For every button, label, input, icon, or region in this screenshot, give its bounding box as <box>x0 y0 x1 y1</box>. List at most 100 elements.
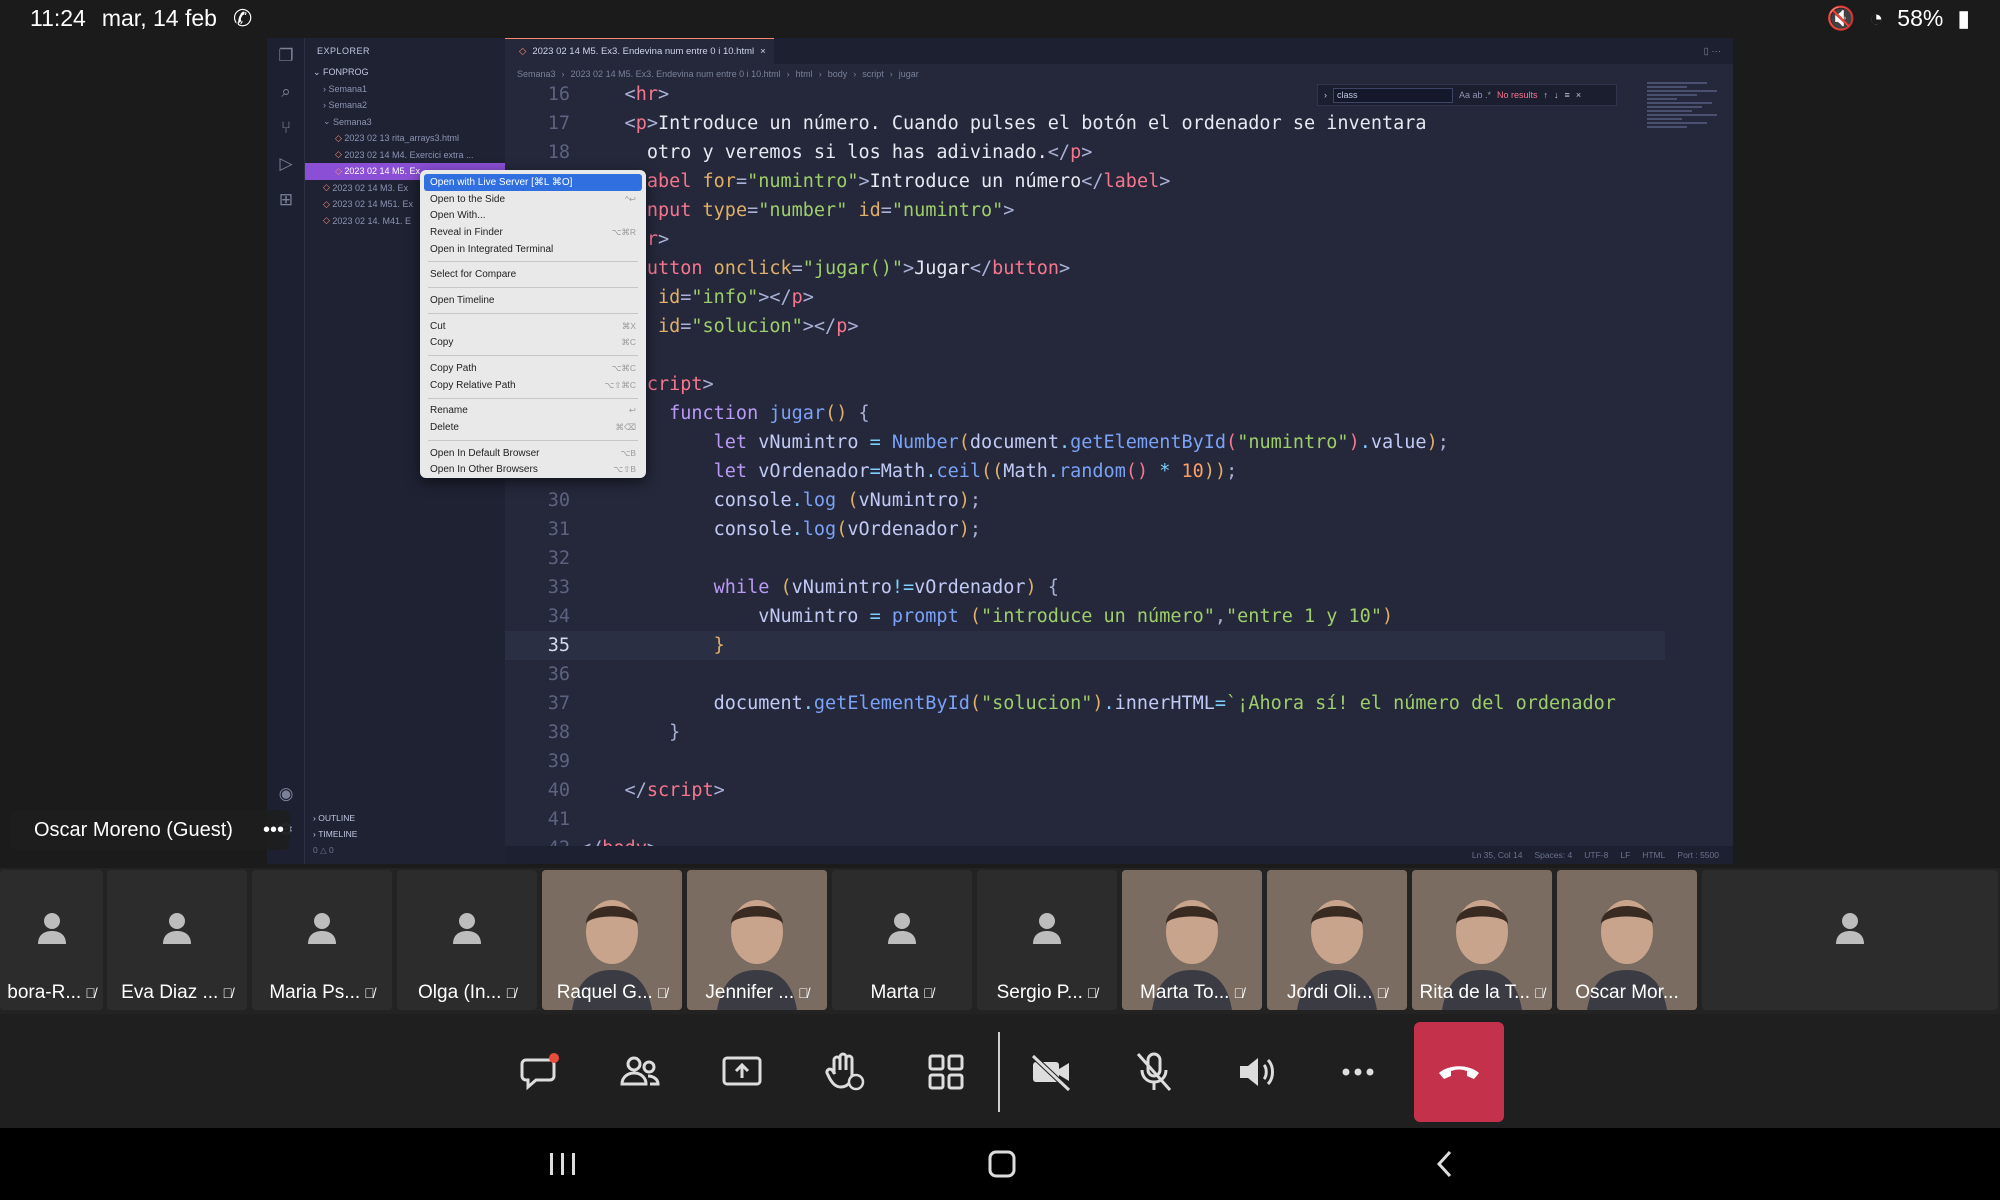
participant-tile[interactable]: Sergio P... 🎙̸ <box>977 870 1117 1010</box>
breadcrumb-item[interactable]: Semana3 <box>517 69 556 79</box>
breadcrumb-item[interactable]: script <box>862 69 884 79</box>
outline-section[interactable]: › OUTLINE <box>305 810 505 826</box>
context-menu-item[interactable]: Open in Integrated Terminal <box>424 241 642 258</box>
back-icon[interactable] <box>1414 1144 1474 1184</box>
code-line: 41 <box>505 805 1665 834</box>
context-menu-item[interactable]: Copy Path ⌥⌘C <box>424 360 642 377</box>
run-debug-icon[interactable]: ▷ <box>267 146 305 182</box>
chat-icon[interactable] <box>500 1032 580 1112</box>
mic-muted-icon: 🎙̸ <box>656 985 668 1001</box>
code-text: console.log(vOrdenador); <box>580 519 981 540</box>
avatar-icon <box>1033 913 1061 944</box>
code-text: </script> <box>580 780 725 801</box>
breadcrumb-item[interactable]: html <box>796 69 813 79</box>
participant-tile[interactable]: Marta 🎙̸ <box>832 870 972 1010</box>
project-root[interactable]: ⌄ FONPROG <box>305 64 505 81</box>
context-menu-item[interactable]: Select for Compare <box>424 266 642 283</box>
menu-icon[interactable]: ≡ <box>1565 90 1570 100</box>
tree-item[interactable]: › Semana2 <box>305 97 505 114</box>
participant-tile[interactable]: Jennifer ... 🎙̸ <box>687 870 827 1010</box>
hang-up-button[interactable] <box>1414 1022 1504 1122</box>
breadcrumb-item[interactable]: jugar <box>899 69 919 79</box>
find-input[interactable]: class <box>1333 87 1453 103</box>
breadcrumb-separator: › <box>818 69 822 79</box>
tree-item[interactable]: ◇ 2023 02 14 M4. Exercici extra ... <box>305 147 505 164</box>
arrow-down-icon[interactable]: ↓ <box>1554 90 1559 100</box>
participant-tile[interactable] <box>1702 870 1998 1010</box>
more-options-icon[interactable]: ••• <box>263 819 284 842</box>
participant-name: Marta To... <box>1140 982 1230 1003</box>
camera-off-icon[interactable] <box>1012 1032 1092 1112</box>
participant-tile[interactable]: Jordi Oli... 🎙̸ <box>1267 870 1407 1010</box>
split-editor-icon[interactable]: ▯ ··· <box>1704 46 1721 57</box>
phone-icon: ✆ <box>232 4 253 31</box>
participant-tile[interactable]: bora-R... 🎙̸ <box>0 870 103 1010</box>
code-text: vNumintro = prompt ("introduce un número… <box>580 606 1394 627</box>
close-icon[interactable]: × <box>1576 90 1581 100</box>
files-icon[interactable]: ❐ <box>267 38 305 74</box>
participant-tile[interactable]: Raquel G... 🎙̸ <box>542 870 682 1010</box>
minimap[interactable] <box>1647 80 1733 200</box>
tab-active-file[interactable]: ◇ 2023 02 14 M5. Ex3. Endevina num entre… <box>505 38 774 64</box>
participant-name: Sergio P... <box>996 982 1083 1003</box>
participant-tile[interactable]: Marta To... 🎙̸ <box>1122 870 1262 1010</box>
source-control-icon[interactable]: ⑂ <box>267 110 305 146</box>
code-line: 34 vNumintro = prompt ("introduce un núm… <box>505 602 1665 631</box>
context-menu-item[interactable]: Open In Default Browser ⌥B <box>424 445 642 462</box>
participant-tile[interactable]: Rita de la T... 🎙̸ <box>1412 870 1552 1010</box>
tree-item[interactable]: ⌄ Semana3 <box>305 114 505 131</box>
raise-hand-icon[interactable] <box>804 1032 884 1112</box>
extensions-icon[interactable]: ⊞ <box>267 182 305 218</box>
context-menu-item[interactable]: Open With... <box>424 207 642 224</box>
problems-count[interactable]: 0 △ 0 <box>305 842 505 858</box>
breadcrumb-item[interactable]: body <box>828 69 848 79</box>
participant-tile[interactable]: Oscar Mor... <box>1557 870 1697 1010</box>
context-menu-item[interactable]: Cut ⌘X <box>424 318 642 335</box>
account-icon[interactable]: ◉ <box>267 776 305 812</box>
mic-off-icon[interactable] <box>1114 1032 1194 1112</box>
status-item[interactable]: HTML <box>1642 850 1665 860</box>
code-editor[interactable]: 16 <hr> 17 <p>Introduce un número. Cuando… <box>505 80 1665 848</box>
status-item[interactable]: Spaces: 4 <box>1534 850 1572 860</box>
context-menu-item[interactable]: Open Timeline <box>424 292 642 309</box>
more-actions-icon[interactable] <box>1318 1032 1398 1112</box>
share-screen-icon[interactable] <box>702 1032 782 1112</box>
code-text: document.getElementById("solucion").inne… <box>580 693 1616 714</box>
status-item[interactable]: UTF-8 <box>1584 850 1608 860</box>
chevron-right-icon[interactable]: › <box>1324 90 1327 100</box>
status-item[interactable]: Ln 35, Col 14 <box>1472 850 1523 860</box>
recent-apps-icon[interactable] <box>533 1144 593 1184</box>
close-icon[interactable]: × <box>760 46 766 57</box>
avatar-icon <box>1836 913 1864 944</box>
speaker-icon[interactable] <box>1216 1032 1296 1112</box>
tree-item[interactable]: › Semana1 <box>305 81 505 98</box>
participant-tile[interactable]: Olga (In... 🎙̸ <box>397 870 537 1010</box>
context-menu-item[interactable]: Open In Other Browsers ⌥⇧B <box>424 462 642 479</box>
find-options[interactable]: Aa ab .* <box>1459 90 1491 100</box>
context-menu-item[interactable]: Delete ⌘⌫ <box>424 419 642 436</box>
home-icon[interactable] <box>972 1144 1032 1184</box>
context-menu-item[interactable]: Reveal in Finder ⌥⌘R <box>424 224 642 241</box>
context-menu-item[interactable]: Open with Live Server [⌘L ⌘O] <box>424 174 642 191</box>
tree-item[interactable]: ◇ 2023 02 13 rita_arrays3.html <box>305 130 505 147</box>
context-menu-item[interactable]: Copy Relative Path ⌥⇧⌘C <box>424 377 642 394</box>
search-icon[interactable]: ⌕ <box>267 74 305 110</box>
breadcrumb-item[interactable]: 2023 02 14 M5. Ex3. Endevina num entre 0… <box>571 69 781 79</box>
participants-icon[interactable] <box>600 1032 680 1112</box>
code-text: let vOrdenador=Math.ceil((Math.random() … <box>580 461 1238 482</box>
participant-tile[interactable]: Maria Ps... 🎙̸ <box>252 870 392 1010</box>
status-item[interactable]: Port : 5500 <box>1677 850 1719 860</box>
context-menu-item[interactable]: Open to the Side ^↩ <box>424 191 642 208</box>
menu-item-shortcut: ⌘C <box>621 337 636 348</box>
context-menu-item[interactable]: Rename ↩ <box>424 403 642 420</box>
timeline-section[interactable]: › TIMELINE <box>305 826 505 842</box>
line-number: 41 <box>547 809 570 830</box>
participant-tile[interactable]: Eva Diaz ... 🎙̸ <box>107 870 247 1010</box>
layout-grid-icon[interactable] <box>906 1032 986 1112</box>
menu-item-label: Open With... <box>430 210 486 222</box>
context-menu-item[interactable]: Copy ⌘C <box>424 335 642 352</box>
avatar-icon <box>308 913 336 944</box>
status-item[interactable]: LF <box>1620 850 1630 860</box>
arrow-up-icon[interactable]: ↑ <box>1544 90 1549 100</box>
avatar-icon <box>163 913 191 944</box>
